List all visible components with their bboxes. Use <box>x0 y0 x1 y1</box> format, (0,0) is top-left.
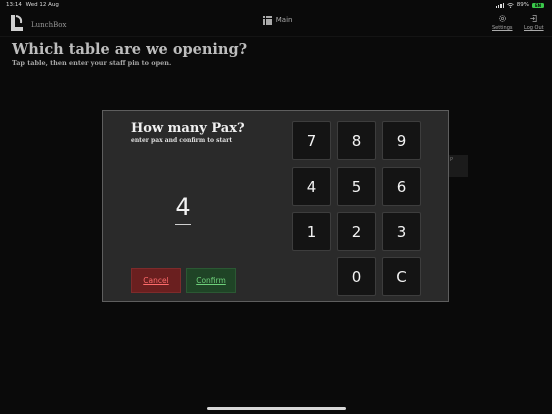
table-tile-label: P <box>450 157 454 163</box>
logout-button[interactable]: Log Out <box>524 14 544 31</box>
status-date: Wed 12 Aug <box>25 2 59 8</box>
keypad-2[interactable]: 2 <box>337 212 376 251</box>
pax-value: 4 <box>175 193 191 221</box>
brand-name: LunchBox <box>31 21 67 29</box>
settings-label: Settings <box>492 25 513 31</box>
cancel-button[interactable]: Cancel <box>131 268 181 293</box>
keypad-clear[interactable]: C <box>382 257 421 296</box>
status-time: 13:14 <box>6 2 22 8</box>
keypad-7[interactable]: 7 <box>292 121 331 160</box>
home-indicator[interactable] <box>207 407 346 410</box>
confirm-button[interactable]: Confirm <box>186 268 236 293</box>
battery-icon: EN <box>532 2 544 8</box>
battery-percent: 89% <box>516 2 529 8</box>
keypad-3[interactable]: 3 <box>382 212 421 251</box>
nav-main[interactable]: Main <box>263 16 292 25</box>
grid-icon <box>263 16 272 25</box>
pax-modal: How many Pax? enter pax and confirm to s… <box>102 110 449 302</box>
settings-button[interactable]: Settings <box>492 14 513 31</box>
gear-icon <box>498 15 506 22</box>
app-header: LunchBox Main Settings Log Out <box>0 10 552 37</box>
wifi-icon <box>507 2 514 8</box>
lunchbox-logo-icon <box>11 15 23 31</box>
nav-main-label: Main <box>275 16 293 25</box>
logout-icon <box>530 14 537 23</box>
status-bar: 13:14 Wed 12 Aug 89% EN <box>0 0 552 10</box>
modal-title: How many Pax? <box>131 121 245 136</box>
keypad-0[interactable]: 0 <box>337 257 376 296</box>
logout-label: Log Out <box>524 25 544 31</box>
keypad-5[interactable]: 5 <box>337 167 376 206</box>
modal-subtitle: enter pax and confirm to start <box>131 137 233 144</box>
table-tile[interactable]: P <box>448 155 468 177</box>
status-time-date: 13:14 Wed 12 Aug <box>6 2 59 8</box>
pax-underline <box>175 224 191 225</box>
keypad-4[interactable]: 4 <box>292 167 331 206</box>
keypad-6[interactable]: 6 <box>382 167 421 206</box>
keypad-9[interactable]: 9 <box>382 121 421 160</box>
keypad-8[interactable]: 8 <box>337 121 376 160</box>
status-right: 89% EN <box>496 2 544 8</box>
keypad-1[interactable]: 1 <box>292 212 331 251</box>
page-title: Which table are we opening? <box>12 41 248 58</box>
cellular-signal-icon <box>496 2 504 8</box>
page-subtitle: Tap table, then enter your staff pin to … <box>12 59 172 67</box>
